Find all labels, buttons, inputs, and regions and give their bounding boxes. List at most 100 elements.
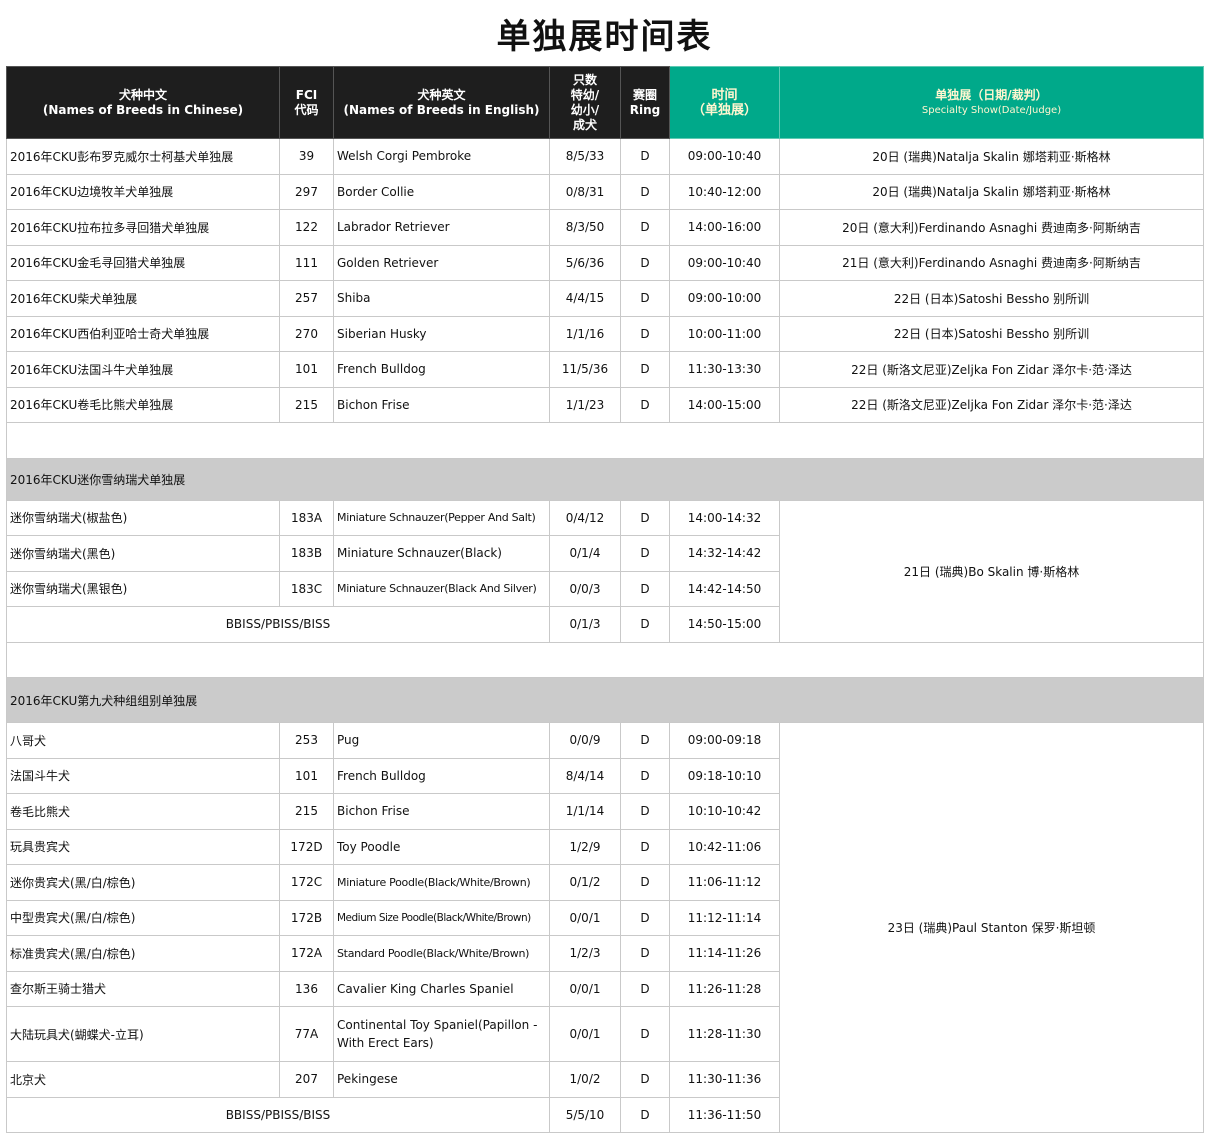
breed-en-cell: Bichon Frise	[333, 386, 550, 423]
breed-cn-cell: 2016年CKU边境牧羊犬单独展	[6, 173, 280, 210]
table-row: 八哥犬 253 Pug 0/0/9 D 09:00-09:18 23日 (瑞典)…	[6, 722, 1204, 1133]
header-breed-en-label: 犬种英文	[417, 87, 466, 102]
spacer-cell	[6, 422, 1204, 459]
time-cell: 11:12-11:14	[669, 899, 780, 936]
ring-cell: D	[620, 935, 670, 972]
fci-cell: 172C	[279, 864, 334, 901]
time-cell: 14:32-14:42	[669, 535, 780, 572]
ring-cell: D	[620, 173, 670, 210]
table-row: 2016年CKU金毛寻回猎犬单独展 111 Golden Retriever 5…	[6, 244, 1204, 281]
count-cell: 8/5/33	[549, 138, 621, 175]
count-cell: 1/0/2	[549, 1061, 621, 1098]
table-row: 2016年CKU西伯利亚哈士奇犬单独展 270 Siberian Husky 1…	[6, 315, 1204, 352]
table-row: 2016年CKU拉布拉多寻回猎犬单独展 122 Labrador Retriev…	[6, 209, 1204, 246]
count-cell: 4/4/15	[549, 280, 621, 317]
spacer-row	[6, 641, 1204, 678]
header-show-en: Specialty Show(Date/Judge)	[921, 104, 1062, 116]
count-cell: 11/5/36	[549, 351, 621, 388]
breed-en-cell: Medium Size Poodle(Black/White/Brown)	[333, 899, 550, 936]
fci-cell: 297	[279, 173, 334, 210]
ring-cell: D	[620, 315, 670, 352]
count-cell: 1/2/3	[549, 935, 621, 972]
header-time-sub: （单独展）	[691, 102, 757, 118]
breed-cn-cell: 北京犬	[6, 1061, 280, 1098]
ring-cell: D	[620, 280, 670, 317]
count-cell: 5/6/36	[549, 244, 621, 281]
count-cell: 0/1/4	[549, 535, 621, 572]
table-row: 2016年CKU边境牧羊犬单独展 297 Border Collie 0/8/3…	[6, 173, 1204, 210]
time-cell: 11:36-11:50	[669, 1096, 780, 1133]
judge-cell: 22日 (斯洛文尼亚)Zeljka Fon Zidar 泽尔卡·范·泽达	[779, 386, 1204, 423]
breed-en-cell: Labrador Retriever	[333, 209, 550, 246]
breed-cn-cell: 2016年CKU卷毛比熊犬单独展	[6, 386, 280, 423]
page-title: 单独展时间表	[496, 16, 713, 57]
time-cell: 11:06-11:12	[669, 864, 780, 901]
ring-cell: D	[620, 535, 670, 572]
fci-cell: 183B	[279, 535, 334, 572]
ring-cell: D	[620, 864, 670, 901]
breed-cn-cell: 标准贵宾犬(黑/白/棕色)	[6, 935, 280, 972]
time-cell: 09:00-09:18	[669, 722, 780, 759]
ring-cell: D	[620, 970, 670, 1007]
breed-cn-cell: 迷你雪纳瑞犬(黑色)	[6, 535, 280, 572]
header-row: 犬种中文 (Names of Breeds in Chinese) FCI 代码…	[6, 66, 1204, 139]
count-cell: 1/1/14	[549, 793, 621, 830]
table-row: 2016年CKU柴犬单独展 257 Shiba 4/4/15 D 09:00-1…	[6, 280, 1204, 317]
header-time-cn: 时间	[711, 87, 738, 103]
count-cell: 0/1/2	[549, 864, 621, 901]
table-row: 2016年CKU卷毛比熊犬单独展 215 Bichon Frise 1/1/23…	[6, 386, 1204, 423]
ring-cell: D	[620, 570, 670, 607]
count-cell: 0/8/31	[549, 173, 621, 210]
header-ring-cn: 赛圈	[632, 87, 657, 102]
count-cell: 0/0/1	[549, 970, 621, 1007]
breed-en-cell: Border Collie	[333, 173, 550, 210]
fci-cell: 101	[279, 351, 334, 388]
breed-en-cell: Standard Poodle(Black/White/Brown)	[333, 935, 550, 972]
judge-cell: 22日 (日本)Satoshi Bessho 别所训	[779, 315, 1204, 352]
fci-cell: 172D	[279, 828, 334, 865]
breed-en-cell: Miniature Schnauzer(Black)	[333, 535, 550, 572]
header-count-line1: 只数	[572, 72, 597, 87]
count-cell: 8/4/14	[549, 757, 621, 794]
spacer-cell	[6, 641, 1204, 678]
breed-cn-cell: 迷你贵宾犬(黑/白/棕色)	[6, 864, 280, 901]
time-cell: 10:10-10:42	[669, 793, 780, 830]
judge-cell: 20日 (瑞典)Natalja Skalin 娜塔莉亚·斯格林	[779, 138, 1204, 175]
time-cell: 10:40-12:00	[669, 173, 780, 210]
time-cell: 09:18-10:10	[669, 757, 780, 794]
breed-en-cell: Cavalier King Charles Spaniel	[333, 970, 550, 1007]
ring-cell: D	[620, 138, 670, 175]
header-fci-sub: 代码	[294, 102, 319, 117]
count-cell: 0/0/1	[549, 899, 621, 936]
total-label-cell: BBISS/PBISS/BISS	[6, 1096, 550, 1133]
fci-cell: 207	[279, 1061, 334, 1098]
breed-cn-cell: 中型贵宾犬(黑/白/棕色)	[6, 899, 280, 936]
ring-cell: D	[620, 499, 670, 536]
header-show: 单独展（日期/裁判） Specialty Show(Date/Judge)	[779, 66, 1204, 139]
ring-cell: D	[620, 1006, 670, 1062]
section-title: 2016年CKU第九犬种组组别单独展	[6, 677, 1204, 723]
section-header-row: 2016年CKU迷你雪纳瑞犬单独展	[6, 457, 1204, 501]
fci-cell: 136	[279, 970, 334, 1007]
time-cell: 09:00-10:40	[669, 138, 780, 175]
count-cell: 8/3/50	[549, 209, 621, 246]
time-cell: 14:00-14:32	[669, 499, 780, 536]
breed-cn-cell: 卷毛比熊犬	[6, 793, 280, 830]
breed-en-cell: Shiba	[333, 280, 550, 317]
ring-cell: D	[620, 606, 670, 643]
breed-en-cell: Toy Poodle	[333, 828, 550, 865]
count-cell: 1/1/23	[549, 386, 621, 423]
breed-cn-cell: 大陆玩具犬(蝴蝶犬-立耳)	[6, 1006, 280, 1062]
header-count-line2: 特幼/	[570, 87, 600, 102]
time-cell: 11:30-11:36	[669, 1061, 780, 1098]
header-ring: 赛圈 Ring	[620, 66, 670, 139]
judge-cell: 20日 (意大利)Ferdinando Asnaghi 费迪南多·阿斯纳吉	[779, 209, 1204, 246]
count-cell: 1/2/9	[549, 828, 621, 865]
count-cell: 1/1/16	[549, 315, 621, 352]
judge-cell: 20日 (瑞典)Natalja Skalin 娜塔莉亚·斯格林	[779, 173, 1204, 210]
time-cell: 11:28-11:30	[669, 1006, 780, 1062]
breed-en-cell: Bichon Frise	[333, 793, 550, 830]
breed-cn-cell: 2016年CKU彭布罗克威尔士柯基犬单独展	[6, 138, 280, 175]
time-cell: 14:50-15:00	[669, 606, 780, 643]
breed-cn-cell: 2016年CKU西伯利亚哈士奇犬单独展	[6, 315, 280, 352]
